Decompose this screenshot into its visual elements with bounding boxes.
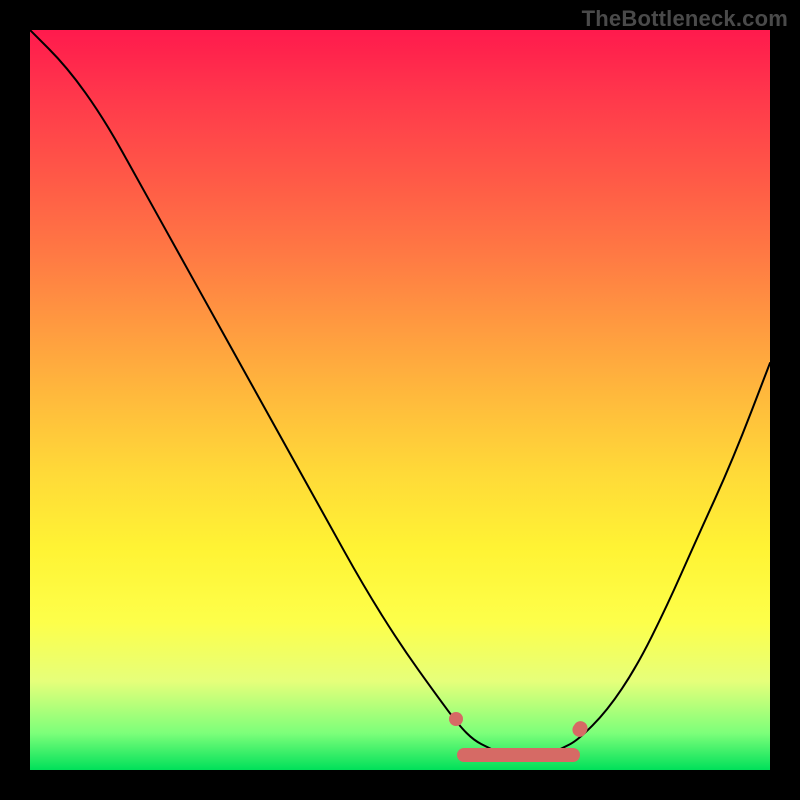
plot-area: [30, 30, 770, 770]
watermark-text: TheBottleneck.com: [582, 6, 788, 32]
highlight-segment: [457, 748, 579, 762]
chart-frame: TheBottleneck.com: [0, 0, 800, 800]
curve-svg: [30, 30, 770, 770]
line-series: [30, 30, 770, 755]
highlight-start-dot: [449, 712, 463, 726]
highlight-end-tail: [569, 719, 590, 740]
